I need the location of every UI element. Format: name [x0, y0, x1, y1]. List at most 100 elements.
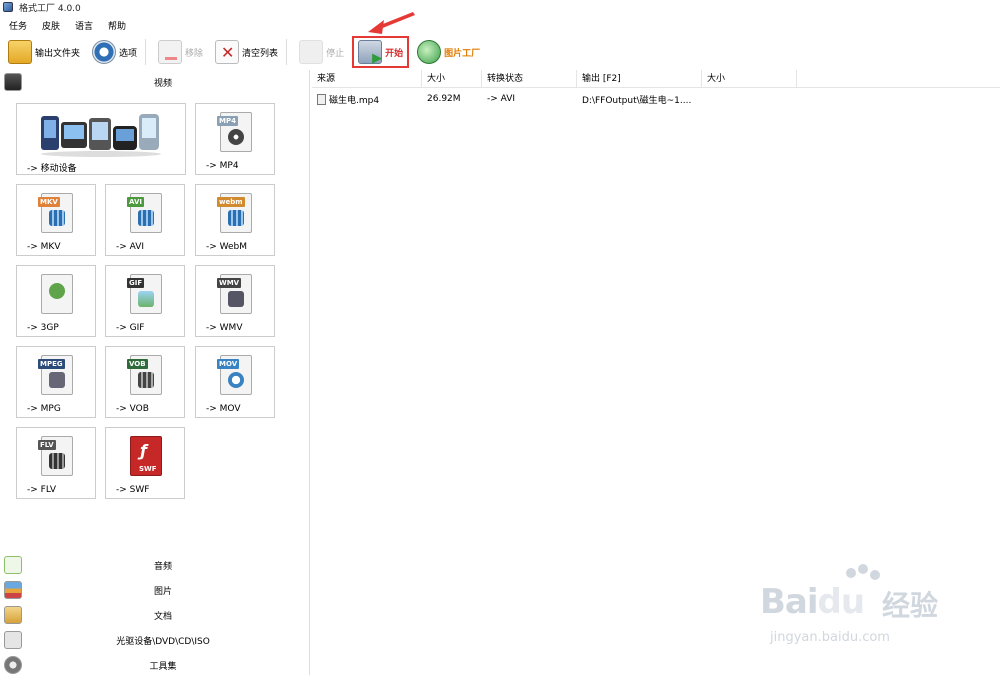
column-status[interactable]: 转换状态 [482, 70, 577, 88]
avi-file-icon: AVI [127, 193, 162, 233]
clear-list-button[interactable]: 清空列表 [211, 37, 282, 67]
category-audio[interactable]: 音频 [0, 553, 310, 577]
projector-icon [49, 372, 65, 388]
flv-file-icon: FLV [38, 436, 73, 476]
category-tools[interactable]: 工具集 [0, 653, 310, 675]
category-disc[interactable]: 光驱设备\DVD\CD\ISO [0, 628, 310, 652]
mkv-file-icon: MKV [38, 193, 73, 233]
format-flv[interactable]: FLV -> FLV [16, 427, 96, 499]
gif-file-icon: GIF [127, 274, 162, 314]
format-mov[interactable]: MOV -> MOV [195, 346, 275, 418]
format-label: -> WMV [206, 323, 243, 333]
swf-file-icon: ƒ SWF [130, 436, 162, 476]
picture-factory-button[interactable]: 图片工厂 [413, 37, 484, 67]
format-label: -> GIF [116, 323, 145, 333]
format-mpg[interactable]: MPEG -> MPG [16, 346, 96, 418]
menu-bar: 任务 皮肤 语言 帮助 [0, 17, 132, 33]
output-folder-button[interactable]: 输出文件夹 [4, 37, 84, 67]
picture-factory-label: 图片工厂 [444, 48, 481, 59]
options-button[interactable]: 选项 [88, 37, 141, 67]
column-output[interactable]: 输出 [F2] [577, 70, 702, 88]
mobile-devices-icon [41, 114, 161, 157]
cell-status: -> AVI [487, 94, 516, 104]
paw-icon [846, 568, 856, 578]
film-strip-icon [228, 210, 244, 226]
table-row[interactable]: 磁生电.mp4 26.92M -> AVI D:\FFOutput\磁生电~1.… [312, 90, 1000, 108]
menu-skin[interactable]: 皮肤 [36, 19, 66, 32]
window-title: 格式工厂 4.0.0 [19, 3, 81, 14]
task-table-header: 来源 大小 转换状态 输出 [F2] 大小 [312, 70, 1000, 88]
format-badge: WMV [217, 278, 242, 288]
clear-icon [215, 40, 240, 64]
annotation-arrow-icon [368, 12, 415, 34]
format-swf[interactable]: ƒ SWF -> SWF [105, 427, 185, 499]
format-label: -> 3GP [27, 323, 59, 333]
category-audio-label: 音频 [153, 561, 172, 572]
remove-button[interactable]: 移除 [154, 37, 207, 67]
menu-task[interactable]: 任务 [3, 19, 33, 32]
title-bar: 格式工厂 4.0.0 [0, 0, 1000, 14]
cell-source: 磁生电.mp4 [312, 93, 422, 106]
format-label: -> AVI [116, 242, 145, 252]
format-label: -> SWF [116, 485, 150, 495]
format-mp4[interactable]: MP4 -> MP4 [195, 103, 275, 175]
watermark-cn: 经验 [882, 589, 939, 622]
start-icon [358, 40, 383, 66]
format-badge: MKV [38, 197, 60, 207]
toolbar: 输出文件夹 选项 移除 清空列表 停止 开始 图片工厂 [0, 35, 1000, 69]
reel-icon [228, 129, 244, 145]
webm-file-icon: webm [217, 193, 252, 233]
picture-factory-icon [417, 40, 442, 64]
category-tools-label: 工具集 [149, 661, 177, 672]
format-badge: AVI [127, 197, 144, 207]
format-mobile-device[interactable]: -> 移动设备 [16, 103, 186, 175]
column-source[interactable]: 来源 [312, 70, 422, 88]
format-label: -> MP4 [206, 161, 239, 171]
watermark-url: jingyan.baidu.com [770, 630, 890, 645]
toolbar-separator [145, 39, 147, 65]
remove-icon [158, 40, 183, 64]
format-avi[interactable]: AVI -> AVI [105, 184, 185, 256]
column-size[interactable]: 大小 [422, 70, 482, 88]
format-label: -> 移动设备 [27, 164, 77, 174]
format-label: -> MKV [27, 242, 61, 252]
menu-language[interactable]: 语言 [69, 19, 99, 32]
cell-output: D:\FFOutput\磁生电~1.... [582, 95, 692, 106]
output-folder-label: 输出文件夹 [35, 48, 81, 59]
category-video[interactable]: 视频 [0, 70, 310, 94]
format-mkv[interactable]: MKV -> MKV [16, 184, 96, 256]
film-strip-icon [138, 372, 154, 388]
format-badge: webm [217, 197, 245, 207]
category-disc-label: 光驱设备\DVD\CD\ISO [116, 636, 210, 647]
toolbar-separator [286, 39, 288, 65]
remove-label: 移除 [185, 48, 204, 59]
source-filename: 磁生电.mp4 [329, 95, 380, 106]
camera-icon [228, 291, 244, 307]
format-vob[interactable]: VOB -> VOB [105, 346, 185, 418]
format-gif[interactable]: GIF -> GIF [105, 265, 185, 337]
format-badge: GIF [127, 278, 145, 288]
column-output-size[interactable]: 大小 [702, 70, 797, 88]
stop-button[interactable]: 停止 [295, 37, 348, 67]
format-badge: VOB [127, 359, 148, 369]
clear-list-label: 清空列表 [242, 48, 279, 59]
vob-file-icon: VOB [127, 355, 162, 395]
format-badge: MP4 [217, 116, 238, 126]
stop-icon [299, 40, 324, 64]
mp4-file-icon: MP4 [217, 112, 252, 152]
mpg-file-icon: MPEG [38, 355, 73, 395]
category-picture[interactable]: 图片 [0, 578, 310, 602]
options-icon [92, 40, 117, 64]
paw-icon [858, 564, 868, 574]
format-3gp[interactable]: -> 3GP [16, 265, 96, 337]
mov-file-icon: MOV [217, 355, 252, 395]
file-icon [317, 93, 326, 105]
flash-icon: ƒ [140, 441, 147, 460]
3gp-icon [49, 283, 65, 299]
format-wmv[interactable]: WMV -> WMV [195, 265, 275, 337]
start-button[interactable]: 开始 [352, 36, 410, 68]
stop-label: 停止 [326, 48, 345, 59]
category-document[interactable]: 文档 [0, 603, 310, 627]
menu-help[interactable]: 帮助 [102, 19, 132, 32]
format-webm[interactable]: webm -> WebM [195, 184, 275, 256]
